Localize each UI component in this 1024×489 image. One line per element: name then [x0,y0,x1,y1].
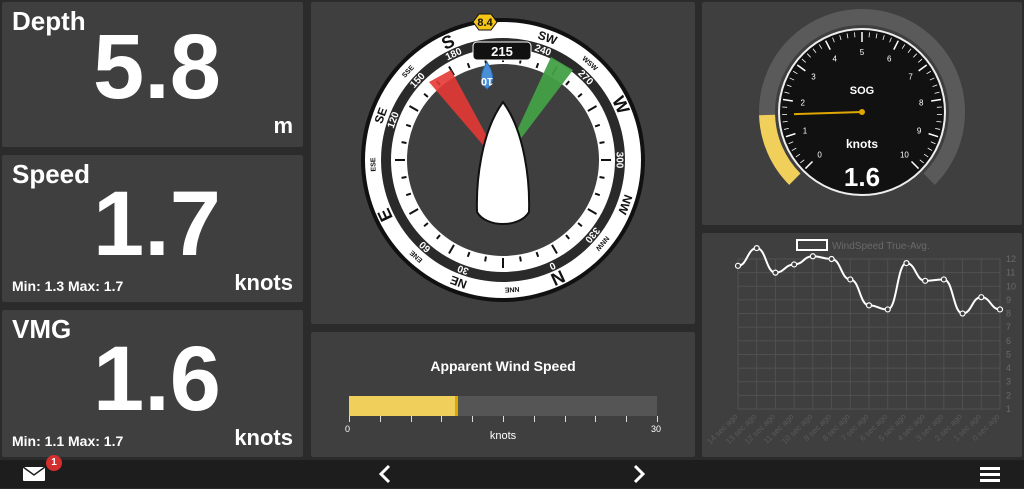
sog-tick-label: 2 [801,99,806,108]
notification-badge: 1 [46,455,62,471]
bottom-bar: 1 [0,460,1024,488]
chart-y-tick: 5 [1006,349,1011,359]
chart-point [979,295,984,300]
legend-label: WindSpeed True-Avg. [832,241,930,252]
aws-title: Apparent Wind Speed [311,358,695,374]
legend-swatch [797,240,827,250]
compass-tick [600,177,605,178]
chart-point [960,311,965,316]
chart-y-tick: 9 [1006,295,1011,305]
sog-value: 1.6 [844,162,880,192]
aws-tick [565,416,566,422]
chart-point [792,262,797,267]
depth-panel: Depth 5.8 m [2,2,303,147]
sog-label: SOG [850,85,874,97]
aws-tick [380,416,381,422]
sog-tick-label: 6 [887,55,892,64]
chart-y-tick: 10 [1006,281,1016,291]
chart-y-tick: 6 [1006,336,1011,346]
aws-tick [441,416,442,422]
sog-panel: 0 1 2 3 4 5 6 7 8 9 10 SOG knots 1.6 [702,2,1022,225]
chart-point [904,261,909,266]
chart-y-tick: 12 [1006,254,1016,264]
compass-tick [485,257,486,262]
sog-tick-label: 3 [811,73,816,82]
aws-unit-label: knots [311,430,695,442]
vmg-unit: knots [234,425,293,451]
sog-tick-label: 7 [908,73,913,82]
chart-point [773,270,778,275]
speed-unit: knots [234,270,293,296]
vmg-panel: VMG 1.6 knots Min: 1.1 Max: 1.7 [2,310,303,457]
chart-point [754,246,759,251]
chart-y-tick: 1 [1006,404,1011,414]
wind-chart-panel: WindSpeed True-Avg. 121110987654321 14 s… [702,233,1022,457]
chevron-left-icon[interactable] [376,464,394,484]
aws-tick [503,416,504,422]
tws-value: 8.4 [477,17,493,29]
speed-value: 1.7 [62,169,252,279]
chevron-right-icon[interactable] [630,464,648,484]
chart-y-tick: 11 [1006,268,1015,278]
aws-tick [657,416,658,422]
chart-y-tick: 3 [1006,377,1011,387]
aws-tick [595,416,596,422]
aws-bar-marker [455,396,458,416]
heading-value: 215 [491,44,513,59]
compass-tick [402,142,407,143]
menu-icon[interactable] [980,466,1000,482]
chart-point [829,257,834,262]
wind-speed-chart: WindSpeed True-Avg. 121110987654321 14 s… [702,233,1022,457]
chart-point [848,277,853,282]
chart-point [923,278,928,283]
aws-tick [411,416,412,422]
chart-y-tick: 8 [1006,309,1011,319]
chart-point [998,307,1003,312]
sog-tick-label: 10 [900,150,909,159]
aws-bar-fill [349,396,457,416]
aws-tick [349,416,350,422]
compass-intercardinal-label: ESE [370,157,377,172]
chart-y-tick: 2 [1006,390,1011,400]
wind-compass-panel: SSWWNWNNEESESSEWSWNNWNNEENEESE1801501202… [311,2,695,324]
sog-tick-label: 8 [919,99,924,108]
aws-tick [626,416,627,422]
speed-minmax: Min: 1.3 Max: 1.7 [12,278,123,294]
sog-gauge: 0 1 2 3 4 5 6 7 8 9 10 SOG knots 1.6 [702,2,1022,225]
chart-point [867,303,872,308]
sog-tick-label: 9 [917,127,922,136]
aws-bar-track [349,396,657,416]
wind-compass: SSWWNWNNEESESSEWSWNNWNNEENEESE1801501202… [311,2,695,324]
sog-tick-label: 4 [833,55,838,64]
compass-tick [402,177,407,178]
sog-tick-label: 1 [803,127,808,136]
compass-degree-label: 300 [614,152,625,169]
aws-tick [472,416,473,422]
sog-tick-label: 0 [817,150,822,159]
vmg-value: 1.6 [62,324,252,434]
chart-point [885,307,890,312]
chart-point [736,263,741,268]
aws-bar-ticks [349,416,657,422]
compass-tick [520,257,521,262]
mail-icon[interactable] [22,466,46,482]
speed-panel: Speed 1.7 knots Min: 1.3 Max: 1.7 [2,155,303,302]
sog-unit: knots [846,137,878,151]
compass-intercardinal-label: NNE [504,285,520,293]
twa-value: 10 [481,75,493,87]
depth-value: 5.8 [62,12,252,122]
chart-point [941,277,946,282]
aws-panel: Apparent Wind Speed 0 30 knots [311,332,695,457]
chart-y-tick: 7 [1006,322,1011,332]
chart-y-tick: 4 [1006,363,1011,373]
sog-tick-label: 5 [860,48,865,57]
vmg-minmax: Min: 1.1 Max: 1.7 [12,433,123,449]
chart-point [810,254,815,259]
compass-tick [600,142,605,143]
depth-unit: m [273,113,293,139]
aws-tick [534,416,535,422]
